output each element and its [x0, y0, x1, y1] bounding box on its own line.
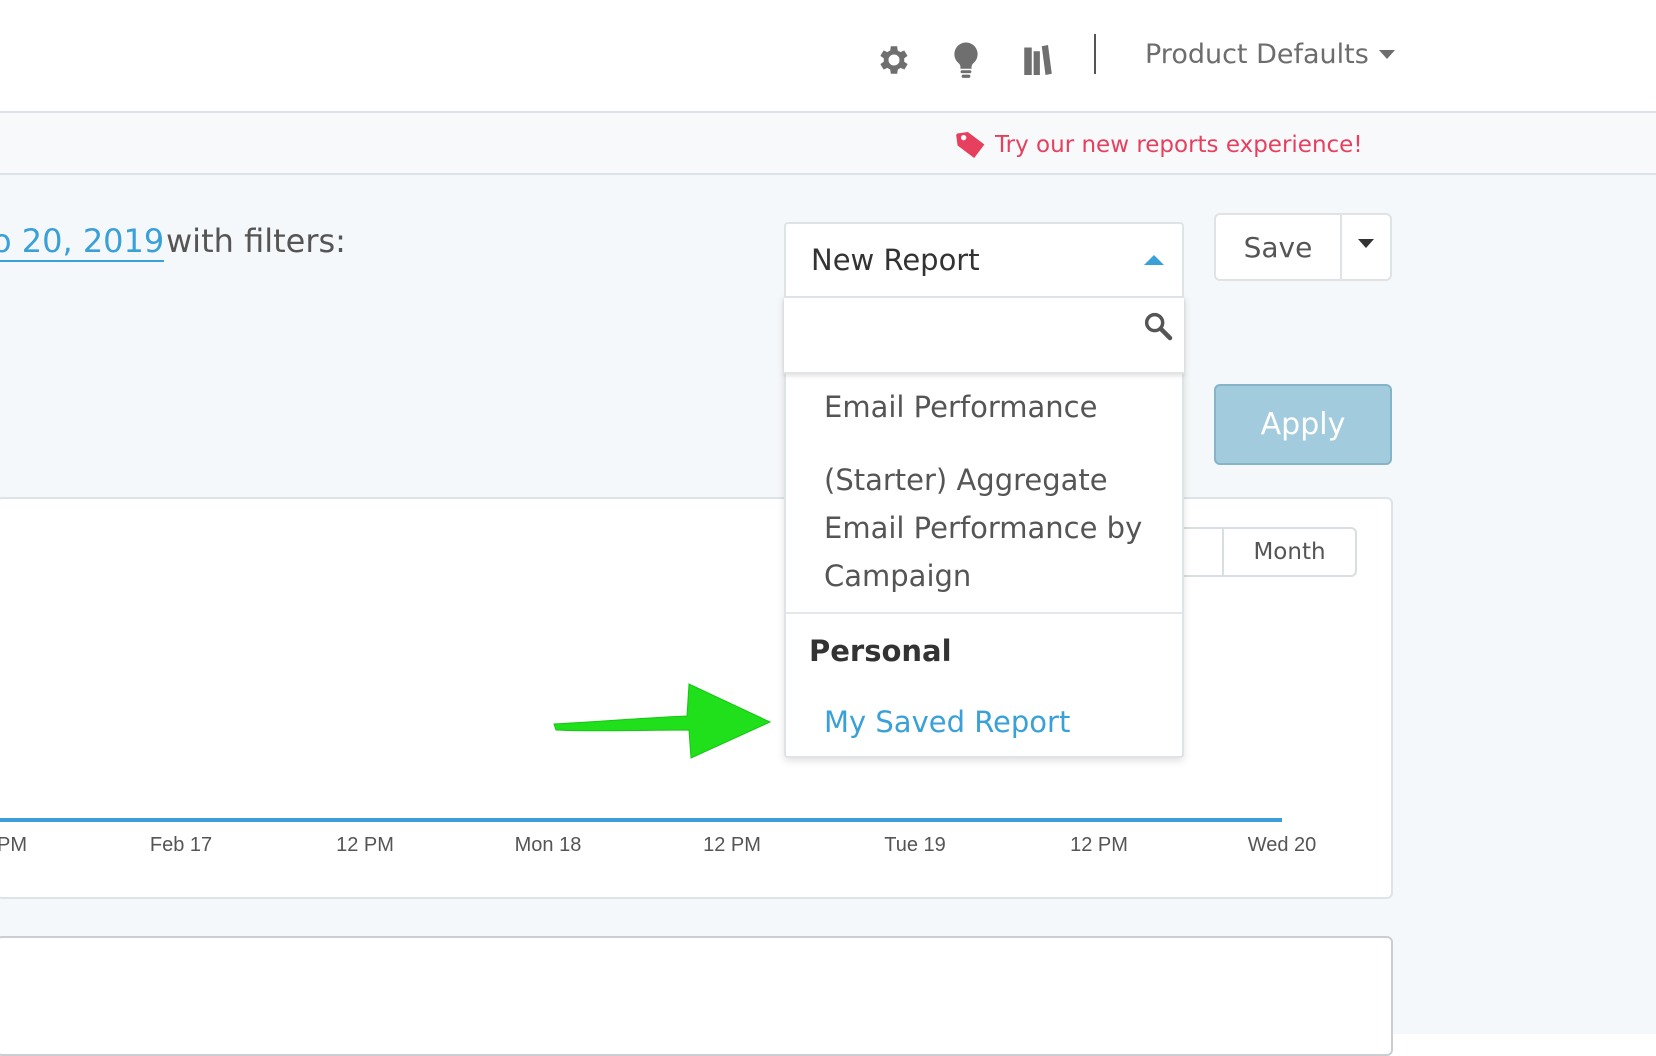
- report-select[interactable]: New Report: [784, 222, 1184, 298]
- books-icon[interactable]: [1014, 36, 1062, 84]
- x-tick-label: PM: [0, 834, 27, 856]
- report-option-label: Email Performance: [824, 390, 1098, 424]
- account-menu-label: Product Defaults: [1145, 38, 1369, 70]
- report-option-label: Campaign: [824, 559, 972, 593]
- top-header: [0, 0, 1656, 113]
- save-button-group: Save: [1214, 213, 1392, 281]
- caret-down-icon: [1378, 49, 1395, 59]
- x-tick-label: 12 PM: [1070, 834, 1128, 856]
- caret-up-icon: [1144, 255, 1164, 265]
- report-search-box: [784, 296, 1184, 374]
- tag-icon: [956, 131, 985, 159]
- report-select-value: New Report: [811, 243, 980, 277]
- x-tick-label: Tue 19: [884, 834, 946, 856]
- caret-down-icon: [1358, 239, 1374, 248]
- apply-button[interactable]: Apply: [1214, 384, 1392, 465]
- report-option-aggregate-by-campaign[interactable]: (Starter) Aggregate Email Performance by…: [824, 456, 1142, 600]
- x-tick-label: Mon 18: [514, 834, 582, 856]
- group-heading-personal: Personal: [809, 634, 952, 668]
- account-menu[interactable]: Product Defaults: [1145, 34, 1395, 74]
- report-option-label: (Starter) Aggregate: [824, 463, 1108, 497]
- lightbulb-icon[interactable]: [942, 36, 990, 84]
- results-card: [0, 936, 1393, 1056]
- gear-icon[interactable]: [870, 36, 918, 84]
- period-month-button[interactable]: Month: [1224, 529, 1355, 575]
- report-option-email-performance[interactable]: Email Performance: [824, 383, 1097, 431]
- date-range-link[interactable]: o 20, 2019: [0, 222, 165, 262]
- save-button[interactable]: Save: [1216, 215, 1342, 279]
- save-options-button[interactable]: [1342, 215, 1390, 279]
- with-filters-label: with filters:: [166, 222, 346, 260]
- promo-text: Try our new reports experience!: [995, 132, 1363, 158]
- group-divider: [786, 612, 1182, 614]
- x-tick-label: Feb 17: [149, 834, 213, 856]
- x-tick-label: Wed 20: [1247, 834, 1317, 856]
- report-option-my-saved-report[interactable]: My Saved Report: [824, 699, 1070, 745]
- search-icon: [1144, 312, 1173, 341]
- x-tick-label: 12 PM: [703, 834, 761, 856]
- report-search-input[interactable]: [784, 296, 1124, 370]
- x-tick-label: 12 PM: [336, 834, 394, 856]
- green-arrow-annotation: [553, 683, 772, 759]
- promo-bar: [0, 113, 1656, 175]
- report-option-label: Email Performance by: [824, 511, 1143, 545]
- chart-series-line: [0, 818, 1282, 822]
- header-divider: [1094, 34, 1096, 74]
- new-reports-link[interactable]: Try our new reports experience!: [955, 127, 1363, 163]
